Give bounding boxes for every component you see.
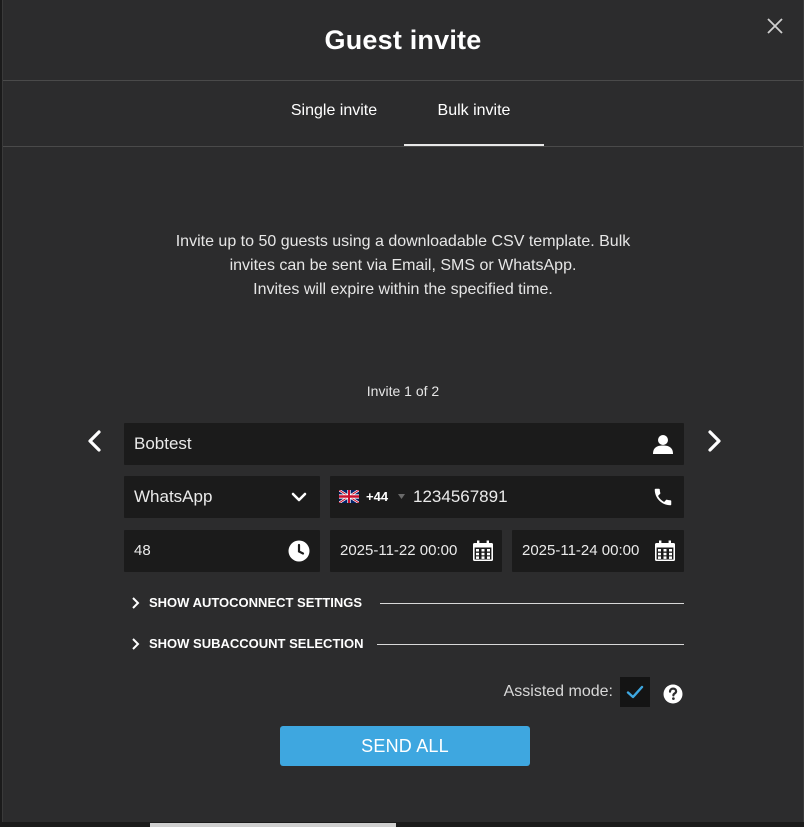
tab-single-invite[interactable]: Single invite <box>269 81 399 144</box>
description-line: invites can be sent via Email, SMS or Wh… <box>229 257 577 274</box>
phone-icon <box>654 488 672 506</box>
description-line: Invite up to 50 guests using a downloada… <box>175 233 631 250</box>
assisted-mode-label: Assisted mode: <box>503 683 613 700</box>
scrollbar[interactable] <box>150 823 396 827</box>
phone-number-value: 1234567891 <box>413 487 508 506</box>
end-datetime-value: 2025-11-24 00:00 <box>522 542 640 559</box>
modal-title: Guest invite <box>324 24 482 55</box>
help-icon[interactable] <box>663 684 683 704</box>
description-line: Invites will expire within the specified… <box>253 281 553 298</box>
modal-header: Guest invite <box>3 0 803 81</box>
calendar-icon[interactable] <box>472 540 494 562</box>
autoconnect-settings-toggle[interactable]: SHOW AUTOCONNECT SETTINGS <box>129 593 684 613</box>
guest-name-field[interactable]: Bobtest <box>124 423 684 465</box>
tab-bulk-invite[interactable]: Bulk invite <box>404 81 544 146</box>
subaccount-selection-toggle[interactable]: SHOW SUBACCOUNT SELECTION <box>129 634 684 654</box>
user-icon <box>653 435 673 454</box>
invite-tabs: Single invite Bulk invite <box>3 81 803 147</box>
start-datetime-value: 2025-11-22 00:00 <box>340 542 458 559</box>
country-dial-code[interactable]: +44 <box>366 476 388 518</box>
channel-select[interactable]: WhatsApp <box>124 476 320 518</box>
chevron-right-icon <box>132 597 140 609</box>
close-icon[interactable] <box>765 16 785 36</box>
uk-flag-icon[interactable] <box>339 490 359 503</box>
end-datetime-field[interactable]: 2025-11-24 00:00 <box>512 530 684 572</box>
clock-icon <box>288 540 310 562</box>
bulk-invite-description: Invite up to 50 guests using a downloada… <box>123 230 683 302</box>
expiry-hours-value: 48 <box>134 542 151 559</box>
assisted-mode-checkbox[interactable] <box>620 677 650 707</box>
autoconnect-settings-label: SHOW AUTOCONNECT SETTINGS <box>149 595 363 610</box>
caret-down-icon[interactable] <box>398 494 405 499</box>
chevron-down-icon <box>291 492 307 502</box>
send-all-button[interactable]: SEND ALL <box>280 726 530 766</box>
channel-selected-value: WhatsApp <box>134 487 213 506</box>
subaccount-selection-label: SHOW SUBACCOUNT SELECTION <box>149 636 364 651</box>
guest-name-value: Bobtest <box>134 434 192 453</box>
divider <box>377 644 684 645</box>
previous-invite-chevron-left-icon[interactable] <box>83 428 107 454</box>
next-invite-chevron-right-icon[interactable] <box>702 428 726 454</box>
guest-invite-modal: Guest invite Single invite Bulk invite I… <box>2 0 804 822</box>
chevron-right-icon <box>132 638 140 650</box>
start-datetime-field[interactable]: 2025-11-22 00:00 <box>330 530 502 572</box>
divider <box>380 603 684 604</box>
phone-field[interactable]: +44 1234567891 <box>330 476 684 518</box>
checkmark-icon <box>626 685 644 699</box>
calendar-icon[interactable] <box>654 540 676 562</box>
invite-counter: Invite 1 of 2 <box>366 383 440 399</box>
expiry-hours-field[interactable]: 48 <box>124 530 320 572</box>
